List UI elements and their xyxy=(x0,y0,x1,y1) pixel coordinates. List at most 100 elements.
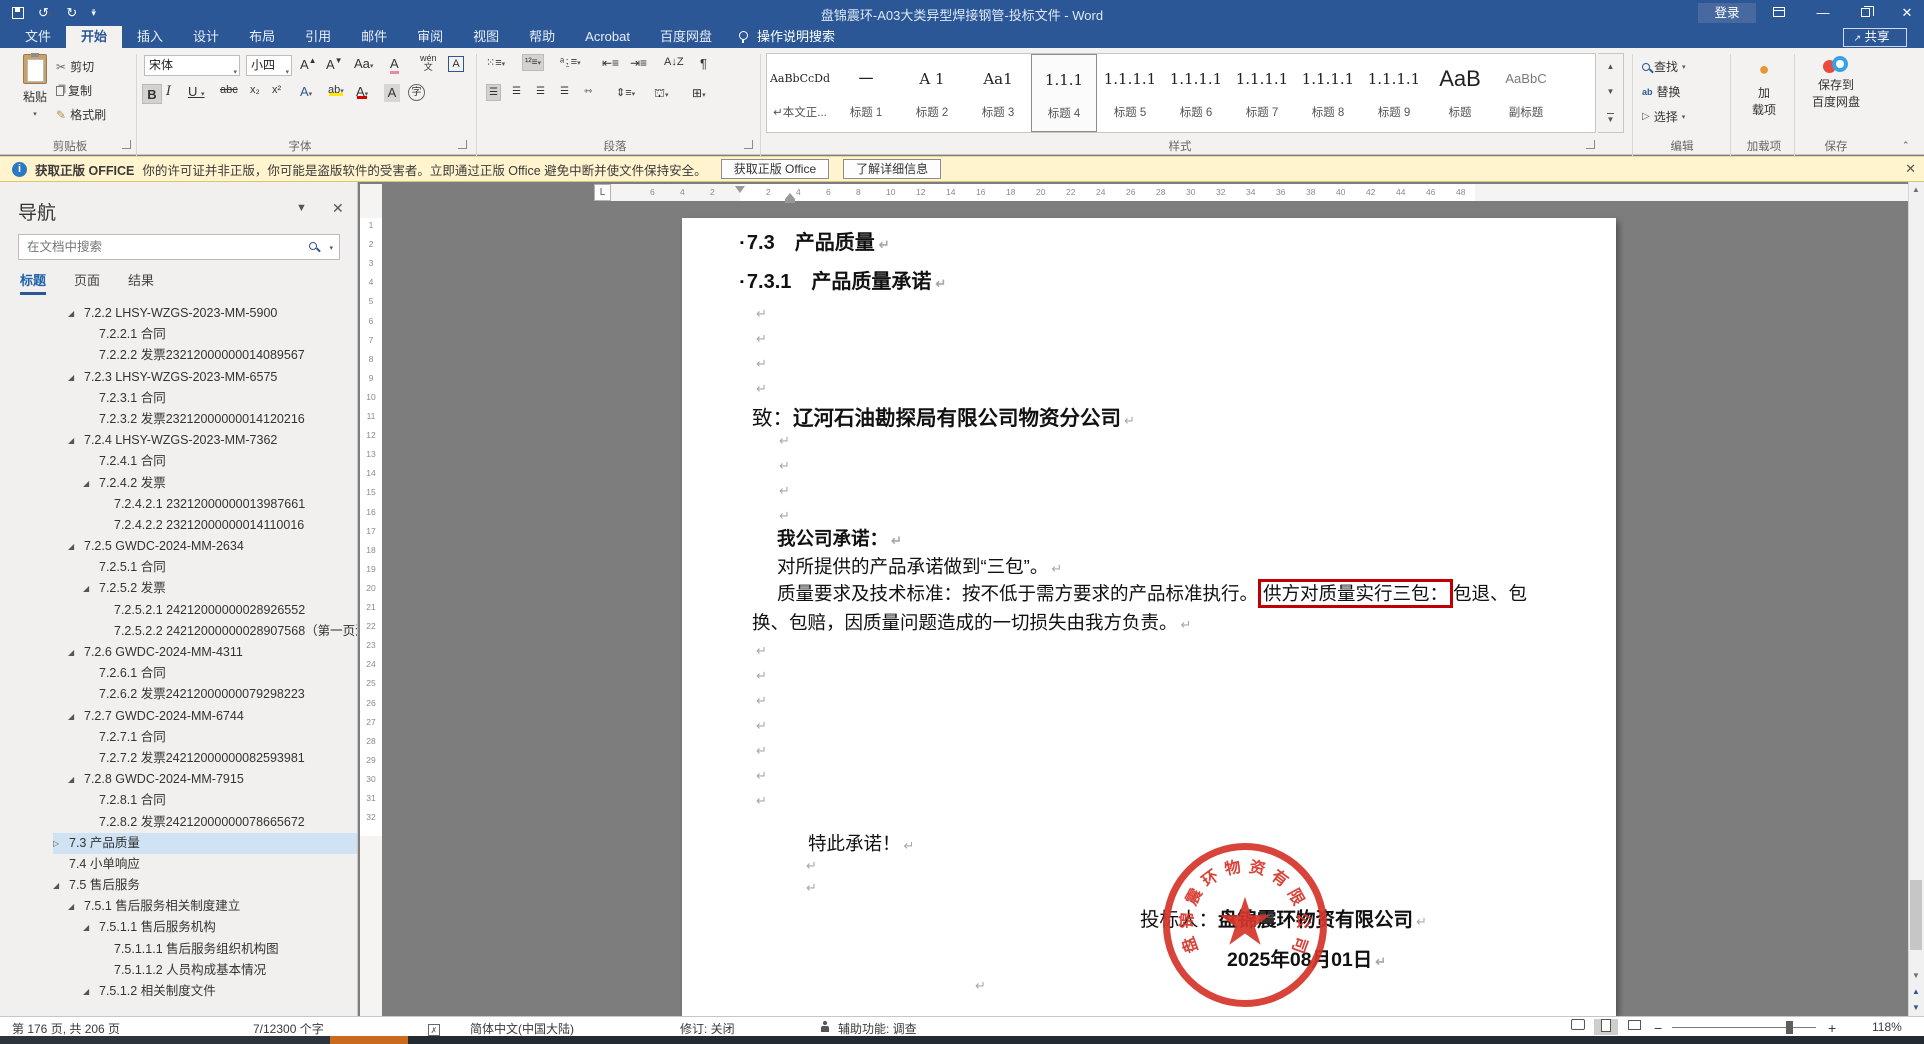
zoom-level[interactable]: 118% xyxy=(1872,1020,1902,1034)
nav-item-13[interactable]: 7.2.5.1 合同 xyxy=(83,557,357,578)
show-marks-button[interactable]: ¶ xyxy=(700,56,707,71)
zoom-in-icon[interactable]: + xyxy=(1828,1020,1836,1036)
nav-item-25[interactable]: 7.2.8.2 发票24212000000078665672 xyxy=(83,812,357,833)
tab-4[interactable]: 设计 xyxy=(178,26,234,48)
shrink-font-button[interactable]: A▼ xyxy=(326,56,343,72)
nav-close-icon[interactable]: ✕ xyxy=(332,200,344,217)
italic-button[interactable]: I xyxy=(166,84,171,99)
line-spacing-button[interactable]: ⇕≡▾ xyxy=(616,86,635,99)
style-item-4[interactable]: Aa1 标题 3 xyxy=(965,54,1031,132)
nav-item-18[interactable]: 7.2.6.1 合同 xyxy=(83,663,357,684)
nav-item-1[interactable]: ◢ 7.2.2 LHSY-WZGS-2023-MM-5900 xyxy=(68,303,357,324)
nav-search-icon[interactable] xyxy=(309,242,317,250)
styles-gallery-arrows[interactable]: ▲ ▼ ▼ xyxy=(1598,53,1624,133)
nav-item-7[interactable]: ◢ 7.2.4 LHSY-WZGS-2023-MM-7362 xyxy=(68,430,357,451)
minimize-button[interactable]: — xyxy=(1806,0,1840,26)
nav-item-8[interactable]: 7.2.4.1 合同 xyxy=(83,451,357,472)
enclose-char-button[interactable]: 字 xyxy=(408,84,425,101)
font-color-button[interactable]: A▾ xyxy=(356,84,368,99)
style-item-7[interactable]: 1.1.1.1 标题 6 xyxy=(1163,54,1229,132)
get-genuine-office-button[interactable]: 获取正版 Office xyxy=(720,159,830,179)
style-item-12[interactable]: AaBbC 副标题 xyxy=(1493,54,1559,132)
tell-me-search[interactable]: 操作说明搜索 xyxy=(731,26,835,48)
text-effects-button[interactable]: A▾ xyxy=(300,84,312,99)
learn-more-button[interactable]: 了解详细信息 xyxy=(843,159,942,179)
style-item-1[interactable]: AaBbCcDd ↵本文正... xyxy=(767,54,833,132)
tab-2[interactable]: 开始 xyxy=(66,26,123,48)
char-border-button[interactable]: A xyxy=(448,56,464,72)
clear-format-button[interactable]: A xyxy=(390,56,399,74)
nav-item-collapsed-icon[interactable]: ▷ xyxy=(53,833,69,854)
restore-button[interactable] xyxy=(1848,0,1882,26)
nav-item-5[interactable]: 7.2.3.1 合同 xyxy=(83,388,357,409)
page-indicator[interactable]: 第 176 页, 共 206 页 xyxy=(12,1020,120,1037)
nav-collapse-icon[interactable]: ▼ xyxy=(296,202,307,214)
superscript-button[interactable]: x² xyxy=(272,84,281,96)
multilevel-list-button[interactable]: ᵃ⍮≡▾ xyxy=(560,56,581,69)
nav-item-2[interactable]: 7.2.2.1 合同 xyxy=(83,324,357,345)
nav-item-22[interactable]: 7.2.7.2 发票24212000000082593981 xyxy=(83,748,357,769)
subscript-button[interactable]: x₂ xyxy=(250,84,260,96)
style-item-3[interactable]: A 1 标题 2 xyxy=(899,54,965,132)
nav-item-expanded-icon[interactable]: ◢ xyxy=(83,981,99,1002)
style-item-9[interactable]: 1.1.1.1 标题 8 xyxy=(1295,54,1361,132)
font-name-combo[interactable]: 宋体 ▾ xyxy=(144,55,240,76)
style-item-5[interactable]: 1.1.1 标题 4 xyxy=(1031,54,1097,132)
tab-7[interactable]: 邮件 xyxy=(346,26,402,48)
scrollbar-thumb[interactable] xyxy=(1910,880,1922,950)
proofing-icon[interactable]: ✗ xyxy=(428,1020,440,1036)
addin-button[interactable]: ● 加载项 xyxy=(1738,54,1790,134)
tab-8[interactable]: 审阅 xyxy=(402,26,458,48)
warning-close-icon[interactable]: ✕ xyxy=(1905,161,1916,177)
scroll-up-icon[interactable]: ▲ xyxy=(1908,182,1924,198)
first-line-indent-marker[interactable] xyxy=(735,186,745,193)
nav-item-expanded-icon[interactable]: ◢ xyxy=(53,875,69,896)
web-layout-icon[interactable] xyxy=(1622,1019,1646,1035)
nav-item-33[interactable]: ◢ 7.5.1.2 相关制度文件 xyxy=(83,981,357,1002)
nav-item-31[interactable]: 7.5.1.1.1 售后服务组织机构图 xyxy=(98,939,357,960)
nav-item-27[interactable]: 7.4 小单响应 xyxy=(53,854,357,875)
select-button[interactable]: ▷ 选择 ▾ xyxy=(1642,106,1685,127)
tab-5[interactable]: 布局 xyxy=(234,26,290,48)
tab-3[interactable]: 插入 xyxy=(122,26,178,48)
tab-10[interactable]: 帮助 xyxy=(514,26,570,48)
nav-item-expanded-icon[interactable]: ◢ xyxy=(68,303,84,324)
increase-indent-button[interactable]: ⇥≡ xyxy=(630,56,647,70)
nav-item-expanded-icon[interactable]: ◢ xyxy=(83,917,99,938)
nav-item-9[interactable]: ◢ 7.2.4.2 发票 xyxy=(83,473,357,494)
nav-item-14[interactable]: ◢ 7.2.5.2 发票 xyxy=(83,578,357,599)
accessibility-status[interactable]: 辅助功能: 调查 xyxy=(838,1020,917,1037)
print-layout-icon[interactable] xyxy=(1594,1019,1618,1035)
nav-item-16[interactable]: 7.2.5.2.2 24212000000028907568（第一页没显示... xyxy=(98,621,357,642)
nav-item-10[interactable]: 7.2.4.2.1 23212000000013987661 xyxy=(98,494,357,515)
nav-item-3[interactable]: 7.2.2.2 发票23212000000014089567 xyxy=(83,345,357,366)
close-button[interactable]: ✕ xyxy=(1890,0,1924,26)
nav-item-26[interactable]: ▷ 7.3 产品质量 xyxy=(53,832,357,854)
nav-tab-2[interactable]: 页面 xyxy=(74,270,100,289)
nav-search-input[interactable] xyxy=(25,236,295,258)
align-center-button[interactable]: ☰ xyxy=(512,86,521,97)
align-left-button[interactable]: ☰ xyxy=(486,84,501,101)
next-page-icon[interactable]: ▼ xyxy=(1908,1000,1924,1016)
find-button[interactable]: 查找 ▾ xyxy=(1642,56,1686,77)
nav-item-17[interactable]: ◢ 7.2.6 GWDC-2024-MM-4311 xyxy=(68,642,357,663)
nav-item-expanded-icon[interactable]: ◢ xyxy=(68,706,84,727)
nav-item-20[interactable]: ◢ 7.2.7 GWDC-2024-MM-6744 xyxy=(68,706,357,727)
justify-button[interactable]: ☰ xyxy=(560,86,569,97)
decrease-indent-button[interactable]: ⇤≡ xyxy=(602,56,619,70)
paste-button[interactable]: 粘贴 ▾ xyxy=(8,53,62,134)
nav-tab-1[interactable]: 标题 xyxy=(20,270,47,295)
highlight-button[interactable]: ab▾ xyxy=(328,84,344,96)
clipboard-dialog-launcher[interactable] xyxy=(122,140,131,149)
collapse-ribbon-icon[interactable]: ⌃ xyxy=(1902,140,1910,151)
nav-item-expanded-icon[interactable]: ◢ xyxy=(83,578,99,599)
borders-button[interactable]: ⊞▾ xyxy=(692,86,706,100)
nav-tab-3[interactable]: 结果 xyxy=(128,270,154,289)
tab-9[interactable]: 视图 xyxy=(458,26,514,48)
nav-search-dropdown-icon[interactable]: ▾ xyxy=(329,244,333,252)
style-item-8[interactable]: 1.1.1.1 标题 7 xyxy=(1229,54,1295,132)
signin-button[interactable]: 登录 xyxy=(1698,3,1756,23)
nav-item-21[interactable]: 7.2.7.1 合同 xyxy=(83,727,357,748)
nav-item-expanded-icon[interactable]: ◢ xyxy=(83,473,99,494)
document-page[interactable]: 7.3 产品质量↵ 7.3.1 产品质量承诺↵ 致：辽河石油勘探局有限公司物资分… xyxy=(682,218,1616,1016)
